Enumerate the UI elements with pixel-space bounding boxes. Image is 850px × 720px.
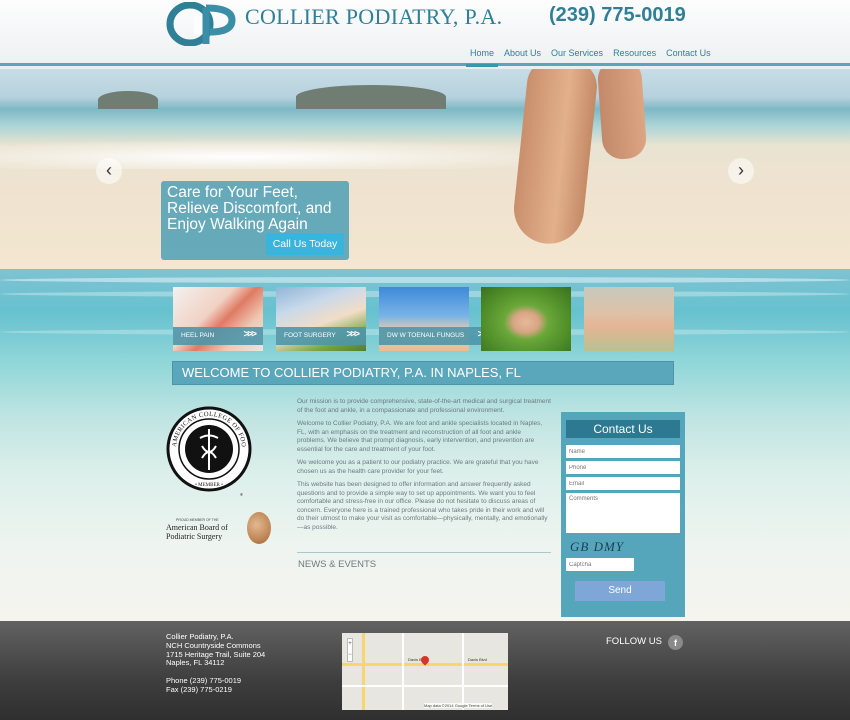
call-us-button[interactable]: Call Us Today	[266, 233, 344, 255]
footer-address: Collier Podiatry, P.A. NCH Countryside C…	[166, 632, 265, 695]
hero-surf	[0, 139, 600, 169]
captcha-field[interactable]	[566, 558, 634, 571]
nav-about-us[interactable]: About Us	[500, 44, 545, 67]
service-thumb-toenail-fungus[interactable]: DW W TOENAIL FUNGUS >>>	[379, 287, 495, 351]
abps-badge[interactable]: PROUD MEMBER OF THE American Board of Po…	[166, 512, 274, 548]
abps-small-text: PROUD MEMBER OF THE	[176, 518, 219, 522]
hero-caption-text: Care for Your Feet, Relieve Discomfort, …	[167, 184, 332, 233]
wave	[0, 277, 850, 283]
hero-mountain	[296, 85, 446, 109]
map-label: Davis Blvd	[468, 657, 487, 662]
send-button[interactable]: Send	[575, 581, 665, 601]
map-zoom-control[interactable]: + −	[347, 638, 353, 662]
nav-home[interactable]: Home	[466, 44, 499, 67]
abps-line2: Podiatric Surgery	[166, 532, 223, 541]
chevron-right-icon: >>>	[346, 329, 359, 340]
service-thumb-bare-feet[interactable]	[584, 287, 674, 351]
site-header: COLLIER PODIATRY, P.A. (239) 775-0019 Ho…	[0, 0, 850, 67]
paragraph: This website has been designed to offer …	[297, 481, 548, 531]
slider-next-icon[interactable]: ›	[728, 158, 754, 184]
map-road	[362, 633, 365, 710]
map-credit: Map data ©2014 Google Terms of Use	[424, 703, 493, 708]
nav-contact-us[interactable]: Contact Us	[662, 44, 715, 67]
hero-leg-back	[596, 69, 648, 161]
captcha-image: GB DMY	[570, 539, 625, 554]
medal-icon	[247, 512, 271, 544]
email-field[interactable]	[566, 477, 680, 490]
logo-icon[interactable]	[166, 2, 238, 46]
hero-slider: ‹ › Care for Your Feet, Relieve Discomfo…	[0, 69, 850, 269]
svg-text:• MEMBER •: • MEMBER •	[195, 483, 223, 488]
chevron-right-icon: >>>	[243, 329, 256, 340]
contact-form: Contact Us GB DMY Send	[561, 412, 685, 617]
hero-island	[98, 91, 158, 109]
nav-resources[interactable]: Resources	[609, 44, 660, 67]
welcome-title: WELCOME TO COLLIER PODIATRY, P.A. IN NAP…	[172, 361, 674, 385]
svg-text:®: ®	[240, 492, 243, 497]
paragraph: Welcome to Collier Podiatry, P.A. We are…	[297, 420, 543, 453]
map-road	[342, 685, 508, 687]
site-footer: Collier Podiatry, P.A. NCH Countryside C…	[0, 621, 850, 720]
service-thumb-grass-feet[interactable]	[481, 287, 571, 351]
map-road	[462, 633, 464, 710]
hero-caption: Care for Your Feet, Relieve Discomfort, …	[161, 181, 349, 260]
slider-prev-icon[interactable]: ‹	[96, 158, 122, 184]
address-line: Naples, FL 34112	[166, 658, 225, 668]
phone-field[interactable]	[566, 461, 680, 474]
acfas-seal-icon[interactable]: AMERICAN COLLEGE OF FOOT AND ANKLE SURGE…	[166, 402, 252, 502]
location-map[interactable]: Davis Blvd Davis Blvd + − Map data ©2014 …	[342, 633, 508, 710]
intro-content: Our mission is to provide comprehensive,…	[297, 398, 551, 537]
paragraph: Our mission is to provide comprehensive,…	[297, 398, 551, 414]
map-road	[402, 633, 404, 710]
footer-fax: Fax (239) 775-0219	[166, 684, 232, 694]
main-nav: Home About Us Our Services Resources Con…	[466, 44, 715, 67]
contact-form-title: Contact Us	[566, 420, 680, 438]
header-phone[interactable]: (239) 775-0019	[549, 4, 686, 27]
paragraph: We welcome you as a patient to our podia…	[297, 459, 539, 475]
follow-us-label: FOLLOW US	[606, 636, 662, 647]
comments-field[interactable]	[566, 493, 680, 533]
service-thumb-foot-surgery[interactable]: FOOT SURGERY >>>	[276, 287, 366, 351]
nav-our-services[interactable]: Our Services	[547, 44, 607, 67]
name-field[interactable]	[566, 445, 680, 458]
abps-line1: American Board of	[166, 523, 228, 532]
brand-name[interactable]: COLLIER PODIATRY, P.A.	[245, 4, 502, 30]
service-thumb-heel-pain[interactable]: HEEL PAIN >>>	[173, 287, 263, 351]
news-events-heading[interactable]: NEWS & EVENTS	[298, 559, 376, 570]
divider	[297, 552, 551, 553]
facebook-icon[interactable]: f	[668, 635, 683, 650]
hero-leg-front	[510, 69, 600, 248]
